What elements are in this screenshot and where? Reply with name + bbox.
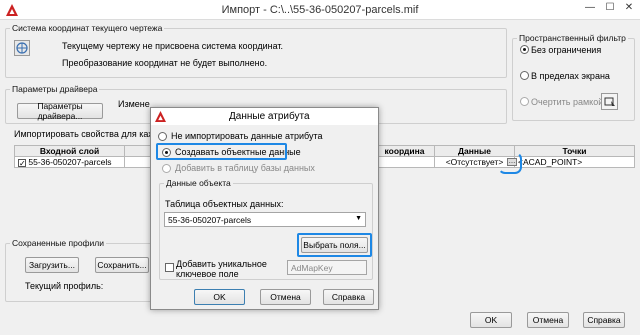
pick-window-icon[interactable] xyxy=(601,93,618,110)
cell-coordinates[interactable] xyxy=(374,156,435,168)
dialog-help-button[interactable]: Справка xyxy=(323,289,374,305)
radio-draw-rect-label: Очертить рамкой xyxy=(531,97,604,107)
radio-add-to-db-label: Добавить в таблицу базы данных xyxy=(175,163,315,173)
dialog-logo-icon xyxy=(155,111,167,123)
col-input-layer: Входной слой xyxy=(14,145,125,157)
title-bar: Импорт - C:\..\55-36-050207-parcels.mif … xyxy=(0,0,640,20)
radio-no-import-label: Не импортировать данные атрибута xyxy=(171,131,323,141)
save-profile-button[interactable]: Сохранить... xyxy=(95,257,149,273)
table-label: Таблица объектных данных: xyxy=(165,199,284,209)
radio-no-limit[interactable] xyxy=(520,45,529,54)
unique-key-checkbox[interactable] xyxy=(165,263,174,272)
radio-add-to-db xyxy=(162,164,171,173)
spatial-filter-legend: Пространственный фильтр xyxy=(519,33,626,43)
cancel-button[interactable]: Отмена xyxy=(527,312,569,328)
help-button[interactable]: Справка xyxy=(583,312,625,328)
data-browse-highlight xyxy=(498,152,522,174)
window-title: Импорт - C:\..\55-36-050207-parcels.mif xyxy=(221,4,419,16)
radio-within-screen-label: В пределах экрана xyxy=(531,71,610,81)
minimize-icon[interactable]: — xyxy=(583,2,597,13)
radio-draw-rect xyxy=(520,97,529,106)
col-coordinates: координа xyxy=(374,145,435,157)
key-field-input: AdMapKey xyxy=(287,260,367,275)
saved-profiles-legend: Сохраненные профили xyxy=(12,238,104,248)
col-points: Точки xyxy=(514,145,635,157)
coord-system-line1: Текущему чертежу не присвоена система ко… xyxy=(62,41,284,51)
cell-points[interactable]: <ACAD_POINT> xyxy=(514,156,635,168)
data-value: <Отсутствует> xyxy=(445,157,504,167)
unique-key-label: Добавить уникальное ключевое поле xyxy=(176,259,267,279)
layer-checkbox[interactable]: ✓ xyxy=(18,158,26,167)
ok-button[interactable]: OK xyxy=(470,312,512,328)
current-profile-label: Текущий профиль: xyxy=(25,281,104,291)
object-data-table-value: 55-36-050207-parcels xyxy=(168,215,252,225)
radio-no-import[interactable] xyxy=(158,132,167,141)
layer-name: 55-36-050207-parcels xyxy=(28,157,112,167)
close-icon[interactable]: ✕ xyxy=(622,2,636,13)
create-object-data-highlight xyxy=(156,143,287,160)
select-fields-highlight xyxy=(297,233,372,257)
driver-params-legend: Параметры драйвера xyxy=(12,84,98,94)
object-data-table-select[interactable]: 55-36-050207-parcels ▼ xyxy=(164,212,366,227)
coord-system-line2: Преобразование координат не будет выполн… xyxy=(62,58,268,68)
coord-system-icon xyxy=(14,40,30,56)
radio-no-limit-label: Без ограничения xyxy=(531,45,602,55)
dialog-ok-button[interactable]: OK xyxy=(194,289,245,305)
maximize-icon[interactable]: ☐ xyxy=(603,2,617,13)
radio-within-screen[interactable] xyxy=(520,71,529,80)
coord-system-legend: Система координат текущего чертежа xyxy=(12,23,163,33)
dialog-title-bar: Данные атрибута xyxy=(151,108,378,125)
attribute-data-dialog: Данные атрибута Не импортировать данные … xyxy=(150,107,379,310)
driver-params-button[interactable]: Параметры драйвера... xyxy=(17,101,103,121)
driver-change-label: Измене xyxy=(118,99,150,109)
import-props-label: Импортировать свойства для каждого xyxy=(14,129,173,139)
chevron-down-icon: ▼ xyxy=(355,215,362,222)
cell-layer[interactable]: ✓ 55-36-050207-parcels xyxy=(14,156,125,168)
load-profile-button[interactable]: Загрузить... xyxy=(25,257,79,273)
points-value: <ACAD_POINT> xyxy=(518,157,583,167)
dialog-title: Данные атрибута xyxy=(229,111,310,122)
object-data-legend: Данные объекта xyxy=(166,178,231,188)
dialog-cancel-button[interactable]: Отмена xyxy=(260,289,311,305)
